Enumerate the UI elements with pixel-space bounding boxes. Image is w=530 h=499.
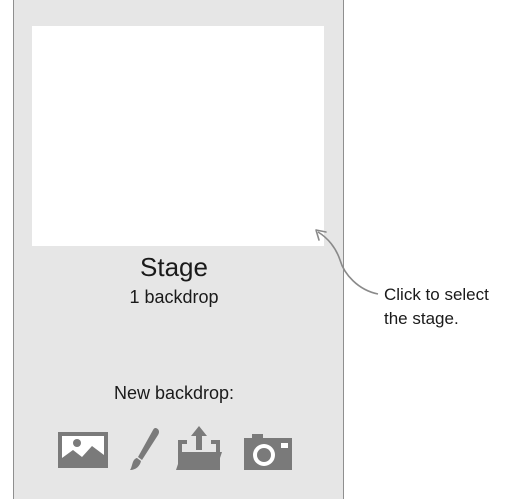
paint-backdrop-button[interactable] — [126, 426, 162, 472]
camera-icon — [244, 434, 292, 470]
callout-text: Click to select the stage. — [384, 283, 489, 331]
upload-icon — [176, 426, 222, 470]
stage-thumbnail[interactable] — [32, 26, 324, 246]
new-backdrop-label: New backdrop: — [113, 383, 235, 403]
stage-panel: Stage 1 backdrop New backdrop: — [13, 0, 344, 499]
callout-line-1: Click to select — [384, 285, 489, 304]
callout-line-2: the stage. — [384, 309, 459, 328]
image-icon — [58, 432, 108, 468]
camera-backdrop-button[interactable] — [240, 426, 296, 472]
backdrop-count: 1 backdrop — [129, 287, 219, 307]
callout-arrow-icon — [315, 229, 379, 295]
upload-backdrop-button[interactable] — [172, 426, 228, 472]
paintbrush-icon — [130, 428, 160, 470]
choose-backdrop-button[interactable] — [56, 426, 112, 472]
stage-title: Stage — [140, 252, 208, 282]
